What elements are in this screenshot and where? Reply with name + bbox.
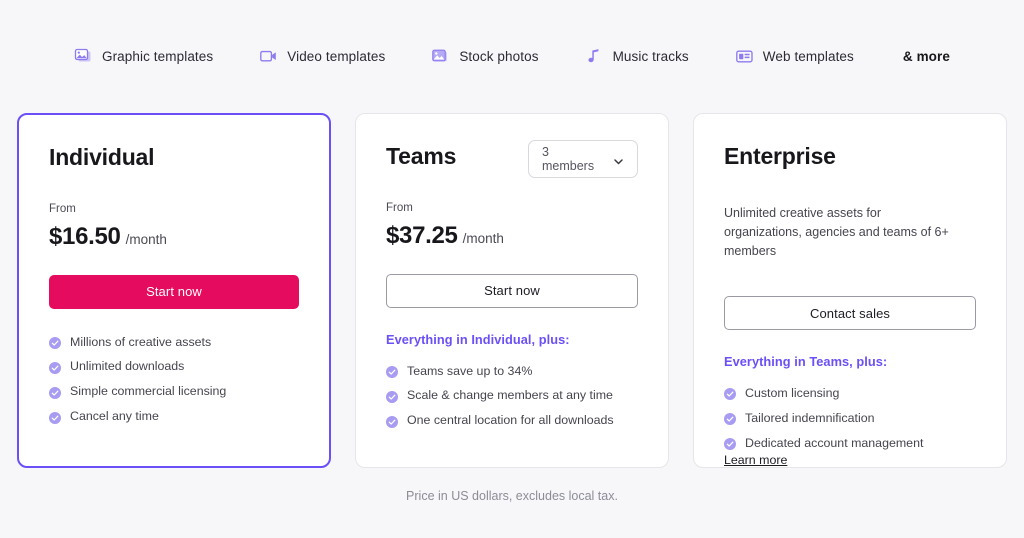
check-circle-icon [724, 437, 736, 451]
features-heading: Everything in Teams, plus: [724, 354, 888, 369]
check-circle-icon [724, 412, 736, 426]
feature-label: Scale & change members at any time [407, 388, 613, 403]
check-circle-icon [49, 386, 61, 399]
price-row: $37.25 /month [386, 222, 638, 250]
pricing-card-individual: Individual From $16.50 /month Start now … [17, 113, 331, 468]
pricing-card-teams: Teams 3 members From $37.25 /month Start… [355, 113, 669, 468]
nav-item-graphic-templates[interactable]: Graphic templates [51, 47, 236, 66]
check-circle-icon [724, 387, 736, 401]
feature-list: Millions of creative assets Unlimited do… [49, 335, 299, 425]
feature-item: Simple commercial licensing [49, 384, 299, 399]
plan-title: Individual [49, 144, 155, 170]
check-circle-icon [49, 361, 61, 374]
feature-item: Dedicated account management [724, 436, 976, 451]
price-row: $16.50 /month [49, 223, 299, 251]
check-circle-icon [386, 365, 398, 378]
start-now-button[interactable]: Start now [49, 274, 299, 309]
start-now-button[interactable]: Start now [386, 273, 638, 308]
feature-label: Custom licensing [745, 386, 840, 400]
feature-label: Cancel any time [70, 409, 159, 424]
nav-item-more[interactable]: & more [877, 49, 973, 64]
feature-label: One central location for all downloads [407, 413, 614, 428]
nav-item-label: Music tracks [612, 48, 689, 64]
feature-list: Custom licensing Tailored indemnificatio… [724, 386, 976, 451]
feature-list: Teams save up to 34% Scale & change memb… [386, 364, 638, 429]
stock-photos-icon [431, 47, 450, 66]
price-amount: $16.50 [49, 222, 121, 250]
feature-label: Unlimited downloads [70, 359, 185, 374]
pricing-footnote: Price in US dollars, excludes local tax. [406, 489, 618, 503]
price-from-label: From [49, 203, 76, 215]
feature-label: Tailored indemnification [745, 410, 875, 425]
members-dropdown[interactable]: 3 members [528, 140, 638, 178]
nav-item-label: Video templates [287, 48, 386, 64]
check-circle-icon [49, 336, 61, 349]
nav-item-music-tracks[interactable]: Music tracks [562, 47, 712, 66]
pricing-cards-row: Individual From $16.50 /month Start now … [17, 113, 1007, 468]
feature-item: Custom licensing [724, 386, 976, 401]
price-amount: $37.25 [386, 221, 458, 249]
check-circle-icon [386, 390, 398, 403]
feature-item: Millions of creative assets [49, 335, 299, 350]
feature-item: Scale & change members at any time [386, 388, 638, 403]
cta-slot: Start now [386, 273, 638, 308]
plan-title: Enterprise [724, 143, 836, 169]
feature-item: Unlimited downloads [49, 359, 299, 374]
learn-more-link[interactable]: Learn more [724, 453, 787, 467]
card-header: Individual [49, 144, 299, 179]
cta-slot: Contact sales [724, 296, 976, 330]
pricing-card-enterprise: Enterprise Unlimited creative assets for… [693, 113, 1007, 468]
check-circle-icon [386, 415, 398, 428]
nav-item-label: Stock photos [459, 48, 539, 64]
features-heading: Everything in Individual, plus: [386, 331, 570, 347]
plan-title: Teams [386, 143, 457, 169]
price-period: /month [462, 230, 504, 246]
feature-item: Tailored indemnification [724, 411, 976, 426]
feature-label: Simple commercial licensing [70, 384, 227, 399]
contact-sales-button[interactable]: Contact sales [724, 296, 976, 330]
nav-item-label: Web templates [762, 48, 854, 64]
price-from-label: From [386, 202, 413, 214]
nav-item-label: & more [902, 48, 950, 64]
music-tracks-icon [585, 47, 604, 66]
check-circle-icon [49, 411, 61, 424]
price-period: /month [125, 231, 167, 247]
card-header: Enterprise [724, 143, 976, 178]
feature-label: Teams save up to 34% [407, 363, 533, 378]
pricing-page: Graphic templates Video templates Stock … [0, 0, 1024, 538]
feature-item: One central location for all downloads [386, 413, 638, 428]
graphic-templates-icon [74, 47, 93, 66]
feature-label: Dedicated account management [745, 435, 924, 450]
card-header: Teams 3 members [386, 140, 638, 178]
web-templates-icon [735, 47, 754, 66]
feature-item: Cancel any time [49, 409, 299, 424]
plan-description: Unlimited creative assets for organizati… [724, 206, 949, 258]
nav-item-web-templates[interactable]: Web templates [712, 47, 877, 66]
feature-label: Millions of creative assets [70, 334, 212, 349]
cta-slot: Start now [49, 274, 299, 309]
nav-item-label: Graphic templates [101, 48, 214, 64]
feature-item: Teams save up to 34% [386, 364, 638, 379]
nav-item-stock-photos[interactable]: Stock photos [408, 47, 561, 66]
members-dropdown-value: 3 members [542, 145, 595, 173]
chevron-down-icon [613, 154, 624, 165]
nav-item-video-templates[interactable]: Video templates [236, 47, 408, 66]
category-nav: Graphic templates Video templates Stock … [0, 41, 1024, 71]
video-templates-icon [259, 47, 278, 66]
